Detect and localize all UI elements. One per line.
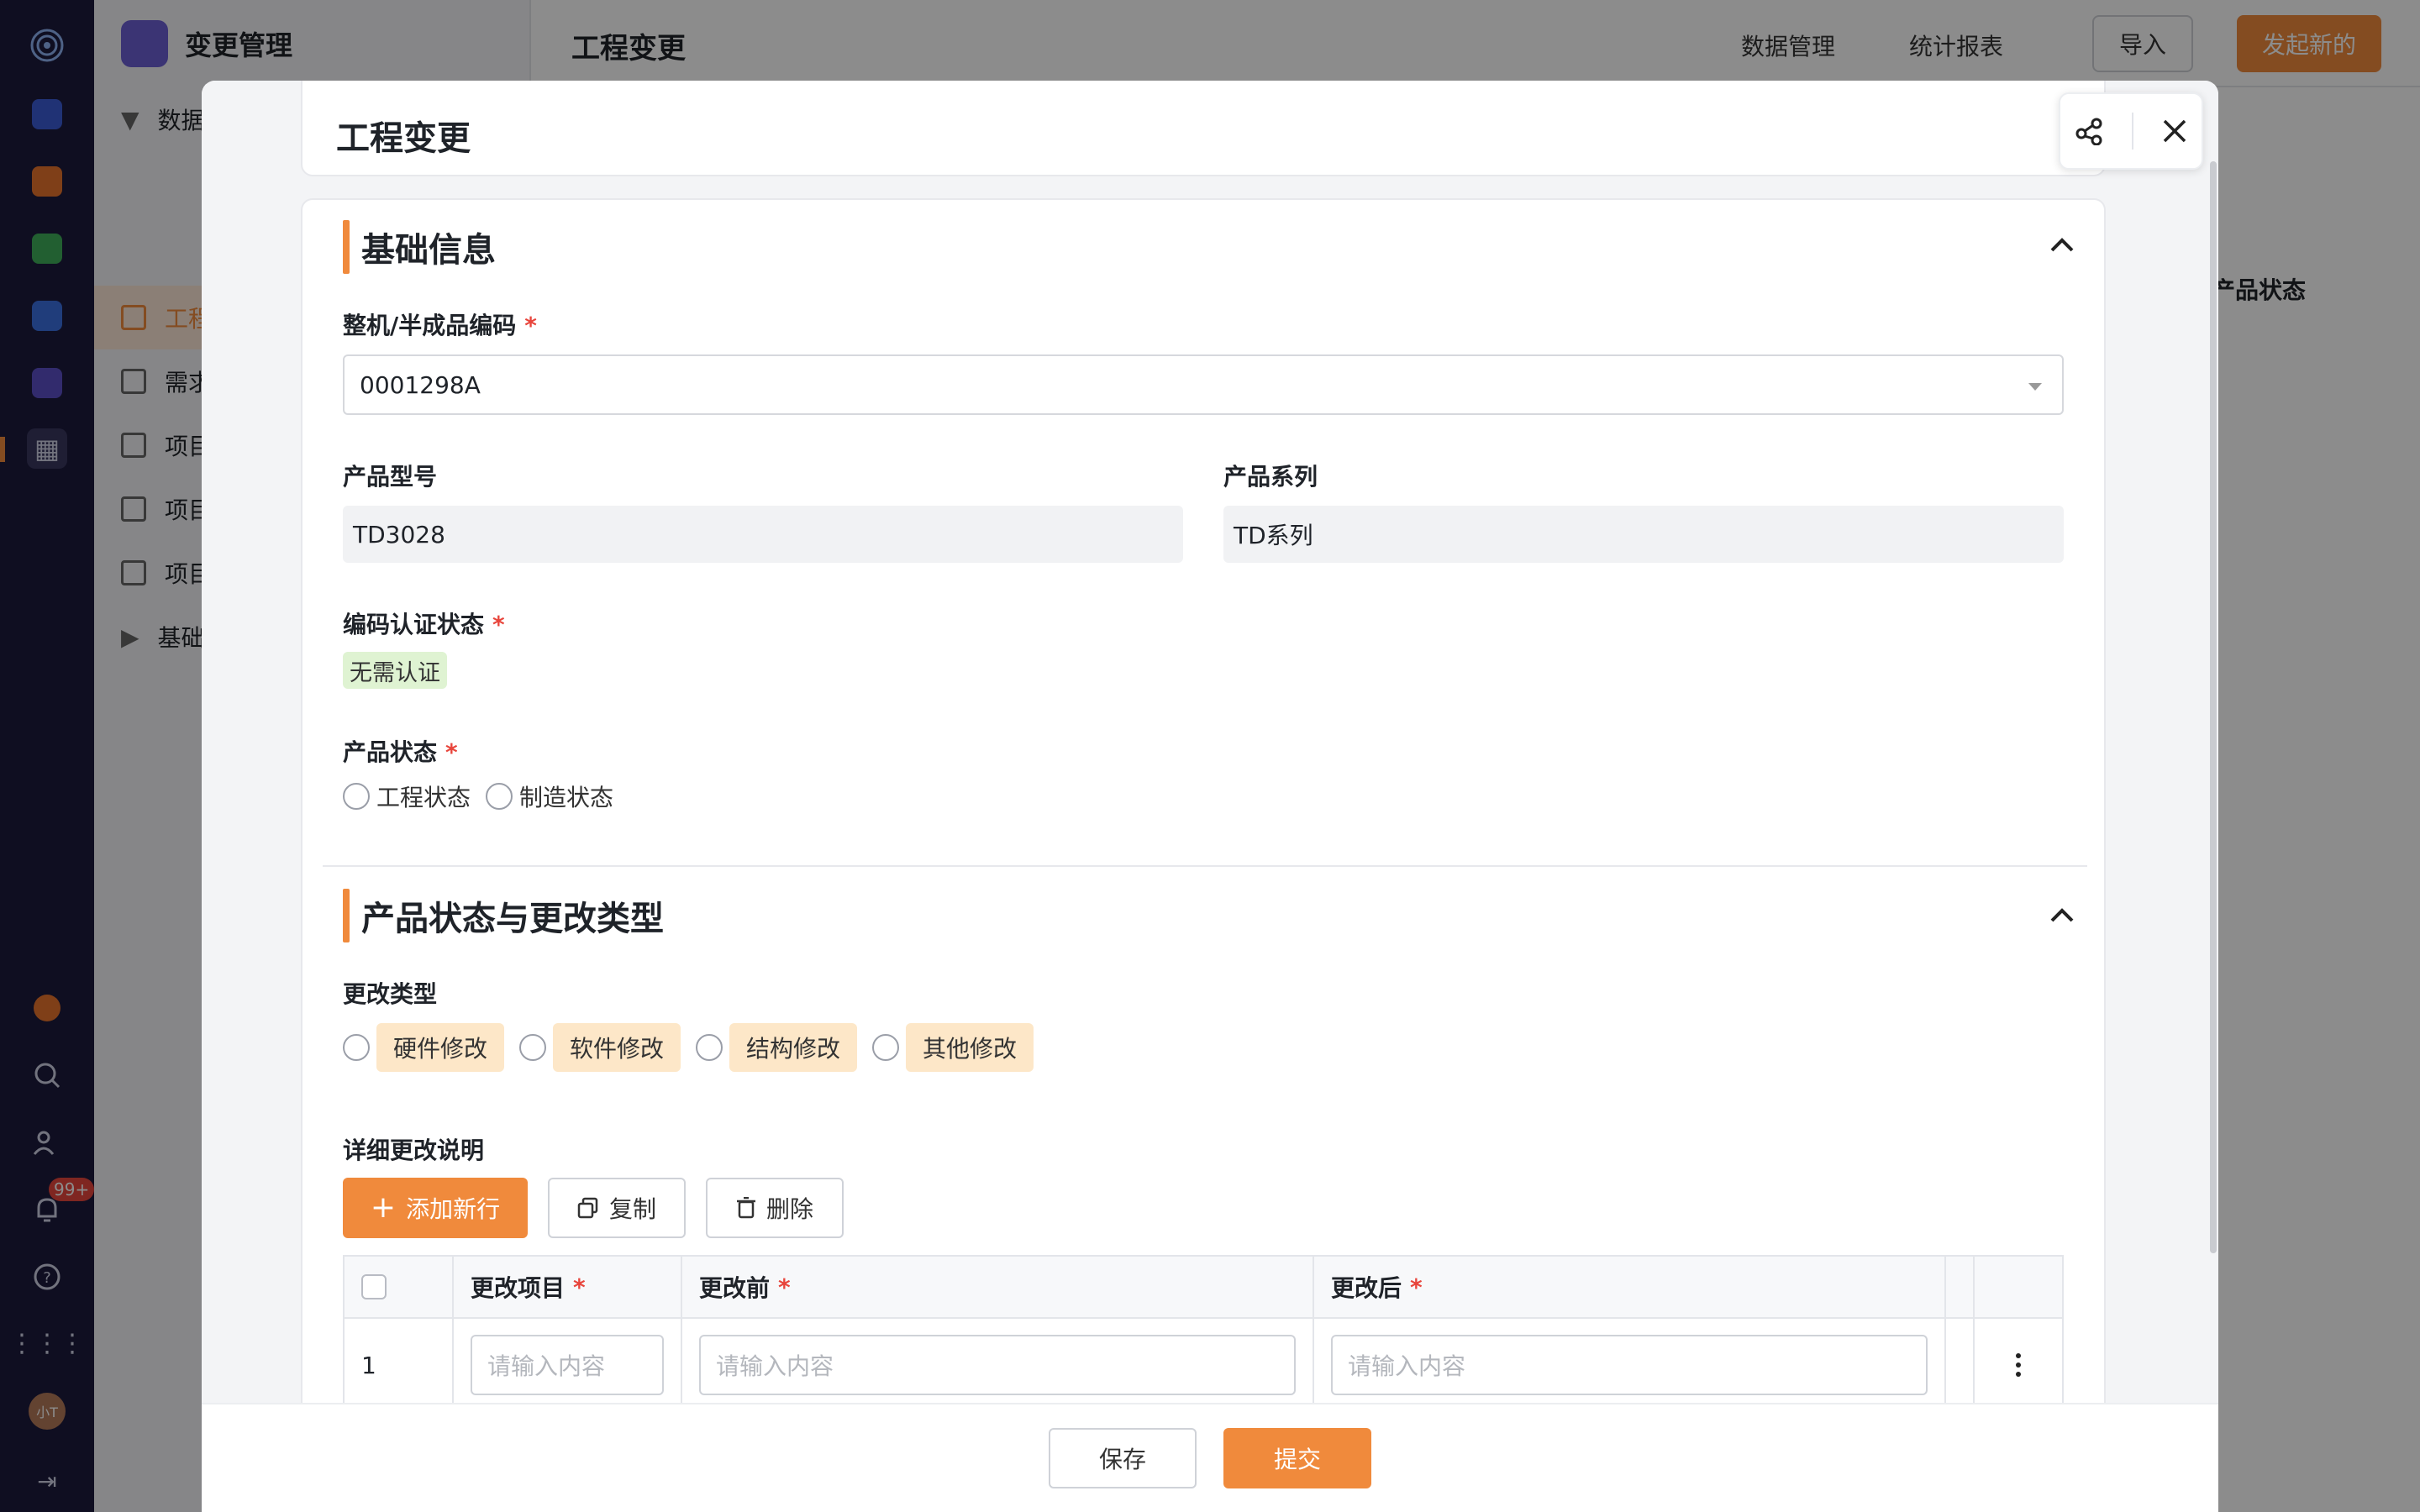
change-type-label: 更改类型 [343,980,438,1008]
select-all-checkbox[interactable] [361,1274,387,1299]
change-detail-table: 更改项目 * 更改前 * 更改后 * 1 请输入内容 请输入内容 请输入内容 [343,1255,2064,1403]
row-index: 1 [345,1319,454,1403]
delete-button[interactable]: 删除 [706,1178,844,1238]
section-divider [323,865,2087,867]
section-basic-header: 基础信息 [343,220,496,274]
change-type-radio-group: 硬件修改 软件修改 结构修改 其他修改 [343,1023,1049,1072]
share-icon[interactable] [2075,117,2103,145]
after-input[interactable]: 请输入内容 [1331,1335,1928,1395]
table-row: 1 请输入内容 请输入内容 请输入内容 [345,1319,2062,1403]
more-vertical-icon[interactable] [2015,1352,2022,1378]
row-spacer [1946,1319,1975,1403]
change-type-radio-software[interactable] [519,1034,547,1061]
status-option-engineering[interactable]: 工程状态 [376,780,471,813]
header-spacer [1946,1257,1975,1319]
modal-scrollbar[interactable] [2210,161,2217,1253]
form-card: 基础信息 整机/半成品编码 * 0001298A 产品型号 TD3028 产品系列… [301,198,2106,1403]
modal-footer: 保存 提交 [202,1403,2218,1512]
change-type-option-hardware[interactable]: 硬件修改 [376,1023,505,1072]
cert-status-tag: 无需认证 [343,652,447,689]
toolbar-separator [2132,113,2133,150]
copy-button[interactable]: 复制 [548,1178,686,1238]
status-radio-manufacturing[interactable] [486,783,513,810]
engineering-change-modal: 工程变更 基础信息 整机/半成品编码 * 0001298A 产品型号 TD3028… [202,81,2218,1512]
modal-body: 工程变更 基础信息 整机/半成品编码 * 0001298A 产品型号 TD3028… [202,81,2218,1403]
title-card: 工程变更 [301,81,2106,176]
model-field: TD3028 [343,506,1183,563]
cert-label: 编码认证状态 * [343,611,505,638]
change-type-option-software[interactable]: 软件修改 [553,1023,681,1072]
change-type-option-other[interactable]: 其他修改 [906,1023,1034,1072]
header-actions [1975,1257,2062,1319]
modal-toolbar [2059,92,2203,170]
status-radio-engineering[interactable] [343,783,370,810]
header-after: 更改后 * [1314,1257,1946,1319]
section-accent-bar [343,889,350,942]
row-item-cell: 请输入内容 [454,1319,682,1403]
table-header-row: 更改项目 * 更改前 * 更改后 * [345,1257,2062,1319]
add-row-button[interactable]: + 添加新行 [343,1178,528,1238]
collapse-chevron-icon[interactable] [2045,228,2079,262]
series-label: 产品系列 [1223,463,1318,491]
before-input[interactable]: 请输入内容 [699,1335,1296,1395]
detail-label: 详细更改说明 [343,1137,485,1164]
save-button[interactable]: 保存 [1049,1428,1197,1488]
status-option-manufacturing[interactable]: 制造状态 [519,780,613,813]
header-before: 更改前 * [682,1257,1314,1319]
section-accent-bar [343,220,350,274]
modal-title: 工程变更 [336,119,471,158]
section-change-header: 产品状态与更改类型 [343,889,664,942]
copy-icon [577,1197,598,1219]
header-item: 更改项目 * [454,1257,682,1319]
item-input[interactable]: 请输入内容 [471,1335,664,1395]
model-label: 产品型号 [343,463,438,491]
change-type-radio-structure[interactable] [696,1034,723,1061]
change-type-radio-hardware[interactable] [343,1034,370,1061]
section-basic-title: 基础信息 [361,231,496,270]
code-select[interactable]: 0001298A [343,354,2064,415]
dropdown-caret-icon [2028,383,2042,391]
plus-icon: + [370,1190,397,1225]
trash-icon [736,1197,755,1219]
change-type-option-structure[interactable]: 结构修改 [729,1023,858,1072]
close-icon[interactable] [2162,118,2187,144]
change-type-radio-other[interactable] [872,1034,900,1061]
status-label: 产品状态 * [343,738,458,766]
select-all-cell [345,1257,454,1319]
collapse-chevron-icon[interactable] [2045,899,2079,932]
status-radio-group: 工程状态 制造状态 [343,780,629,813]
submit-button[interactable]: 提交 [1223,1428,1371,1488]
section-change-title: 产品状态与更改类型 [361,900,664,938]
row-before-cell: 请输入内容 [682,1319,1314,1403]
row-more-cell [1975,1319,2062,1403]
code-label: 整机/半成品编码 * [343,312,537,339]
row-after-cell: 请输入内容 [1314,1319,1946,1403]
series-field: TD系列 [1223,506,2064,563]
